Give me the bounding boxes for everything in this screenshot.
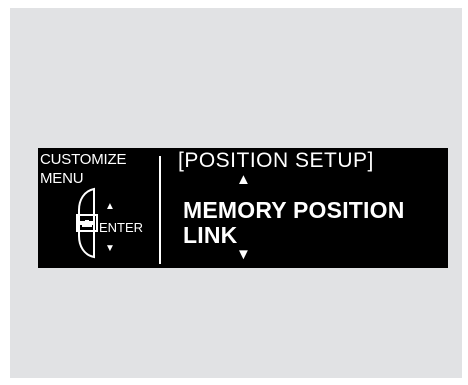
divider [159, 156, 161, 264]
scroll-down-icon[interactable]: ▼ [236, 246, 251, 263]
scroll-up-icon[interactable]: ▲ [236, 171, 251, 188]
screen-title: [POSITION SETUP] [178, 149, 374, 172]
menu-option-memory-position-link[interactable]: MEMORY POSITION LINK [183, 198, 405, 248]
enter-control[interactable]: ▲ ENTER ▼ [76, 186, 156, 260]
display-screen: CUSTOMIZE MENU ▲ ENTER ▼ [POSITION SETUP… [38, 148, 448, 268]
enter-label: ENTER [99, 220, 144, 235]
scroll-up-small-icon: ▲ [105, 201, 115, 212]
scroll-down-small-icon: ▼ [105, 243, 115, 254]
customize-menu-label: CUSTOMIZE MENU [40, 151, 127, 187]
